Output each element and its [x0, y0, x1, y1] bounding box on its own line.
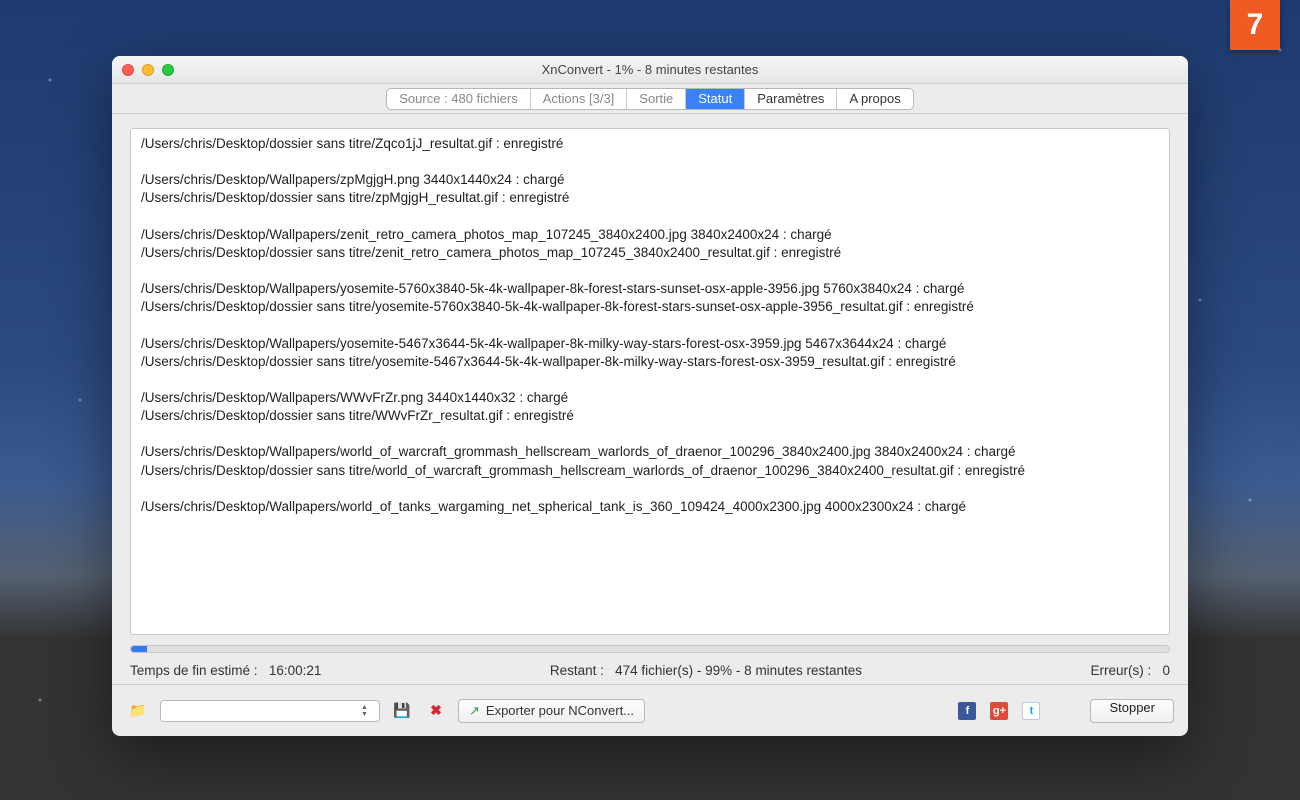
- eta-value: 16:00:21: [269, 663, 322, 678]
- errors-value: 0: [1162, 663, 1170, 678]
- page-step-badge: 7: [1230, 0, 1280, 50]
- titlebar: XnConvert - 1% - 8 minutes restantes: [112, 56, 1188, 84]
- window-title: XnConvert - 1% - 8 minutes restantes: [112, 62, 1188, 77]
- tab-actions[interactable]: Actions [3/3]: [531, 89, 628, 109]
- export-icon: ↗: [469, 703, 480, 719]
- log-line: /Users/chris/Desktop/dossier sans titre/…: [141, 135, 1159, 153]
- log-line: /Users/chris/Desktop/dossier sans titre/…: [141, 244, 1159, 262]
- log-line: /Users/chris/Desktop/dossier sans titre/…: [141, 353, 1159, 371]
- log-line: [141, 262, 1159, 280]
- log-line: /Users/chris/Desktop/Wallpapers/world_of…: [141, 443, 1159, 461]
- app-window: XnConvert - 1% - 8 minutes restantes Sou…: [112, 56, 1188, 736]
- status-log[interactable]: /Users/chris/Desktop/dossier sans titre/…: [130, 128, 1170, 635]
- log-line: [141, 425, 1159, 443]
- save-icon[interactable]: 💾: [390, 700, 414, 722]
- eta-label: Temps de fin estimé :: [130, 663, 258, 678]
- preset-combo[interactable]: ▲▼: [160, 700, 380, 722]
- log-line: /Users/chris/Desktop/Wallpapers/zenit_re…: [141, 226, 1159, 244]
- toolbar-tabs: Source : 480 fichiers Actions [3/3] Sort…: [112, 84, 1188, 114]
- tab-sortie[interactable]: Sortie: [627, 89, 686, 109]
- log-line: [141, 371, 1159, 389]
- export-nconvert-button[interactable]: ↗ Exporter pour NConvert...: [458, 699, 645, 723]
- log-line: [141, 480, 1159, 498]
- stop-button[interactable]: Stopper: [1090, 699, 1174, 723]
- googleplus-icon[interactable]: g+: [990, 702, 1008, 720]
- progress-bar: [130, 645, 1170, 653]
- log-line: /Users/chris/Desktop/Wallpapers/yosemite…: [141, 335, 1159, 353]
- log-line: /Users/chris/Desktop/dossier sans titre/…: [141, 189, 1159, 207]
- log-line: [141, 208, 1159, 226]
- footer-toolbar: 📁 ▲▼ 💾 ✖ ↗ Exporter pour NConvert... f g…: [112, 684, 1188, 736]
- log-line: /Users/chris/Desktop/dossier sans titre/…: [141, 407, 1159, 425]
- log-line: /Users/chris/Desktop/dossier sans titre/…: [141, 298, 1159, 316]
- export-label: Exporter pour NConvert...: [486, 703, 634, 718]
- log-line: [141, 317, 1159, 335]
- folder-icon[interactable]: 📁: [126, 700, 150, 722]
- delete-icon[interactable]: ✖: [424, 700, 448, 722]
- remaining-value: 474 fichier(s) - 99% - 8 minutes restant…: [615, 663, 862, 678]
- tab-statut[interactable]: Statut: [686, 89, 745, 109]
- tab-source[interactable]: Source : 480 fichiers: [387, 89, 531, 109]
- facebook-icon[interactable]: f: [958, 702, 976, 720]
- stepper-icon[interactable]: ▲▼: [361, 702, 375, 720]
- log-line: [141, 153, 1159, 171]
- twitter-icon[interactable]: t: [1022, 702, 1040, 720]
- errors-label: Erreur(s) :: [1090, 663, 1151, 678]
- log-line: /Users/chris/Desktop/Wallpapers/WWvFrZr.…: [141, 389, 1159, 407]
- progress-fill: [131, 646, 147, 652]
- log-line: /Users/chris/Desktop/Wallpapers/world_of…: [141, 498, 1159, 516]
- log-line: /Users/chris/Desktop/dossier sans titre/…: [141, 462, 1159, 480]
- log-line: /Users/chris/Desktop/Wallpapers/zpMgjgH.…: [141, 171, 1159, 189]
- tab-apropos[interactable]: A propos: [837, 89, 912, 109]
- log-line: /Users/chris/Desktop/Wallpapers/yosemite…: [141, 280, 1159, 298]
- remaining-label: Restant :: [550, 663, 604, 678]
- tab-parametres[interactable]: Paramètres: [745, 89, 837, 109]
